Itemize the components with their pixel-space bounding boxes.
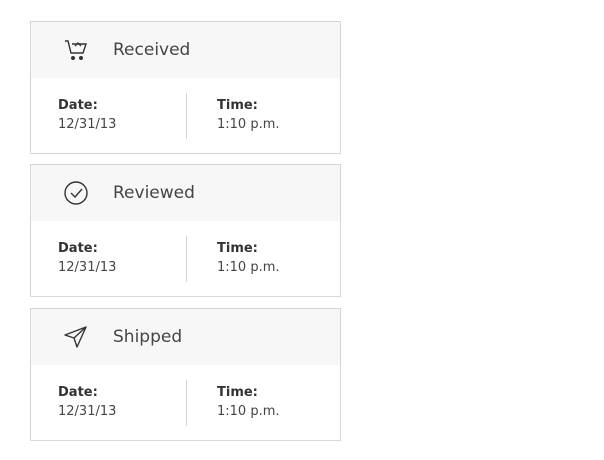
cart-icon xyxy=(65,40,87,61)
time-value: 1:10 p.m. xyxy=(217,404,280,419)
divider xyxy=(186,380,187,426)
card-title: Shipped xyxy=(113,327,183,347)
card-title: Received xyxy=(113,40,191,60)
divider xyxy=(186,236,187,282)
card-title: Reviewed xyxy=(113,183,195,203)
date-value: 12/31/13 xyxy=(58,117,117,132)
time-value: 1:10 p.m. xyxy=(217,117,280,132)
status-card-reviewed: Reviewed Date: 12/31/13 Time: 1:10 p.m. xyxy=(30,164,341,297)
check-circle-icon xyxy=(64,181,88,205)
card-header: Shipped xyxy=(31,309,340,365)
time-label: Time: xyxy=(217,241,258,256)
status-card-shipped: Shipped Date: 12/31/13 Time: 1:10 p.m. xyxy=(30,308,341,441)
divider xyxy=(186,93,187,139)
date-value: 12/31/13 xyxy=(58,260,117,275)
date-label: Date: xyxy=(58,385,98,400)
card-header: Reviewed xyxy=(31,165,340,221)
paper-plane-icon xyxy=(64,326,87,348)
date-label: Date: xyxy=(58,98,98,113)
date-value: 12/31/13 xyxy=(58,404,117,419)
date-label: Date: xyxy=(58,241,98,256)
time-label: Time: xyxy=(217,98,258,113)
card-header: Received xyxy=(31,22,340,78)
status-card-received: Received Date: 12/31/13 Time: 1:10 p.m. xyxy=(30,21,341,154)
time-label: Time: xyxy=(217,385,258,400)
time-value: 1:10 p.m. xyxy=(217,260,280,275)
